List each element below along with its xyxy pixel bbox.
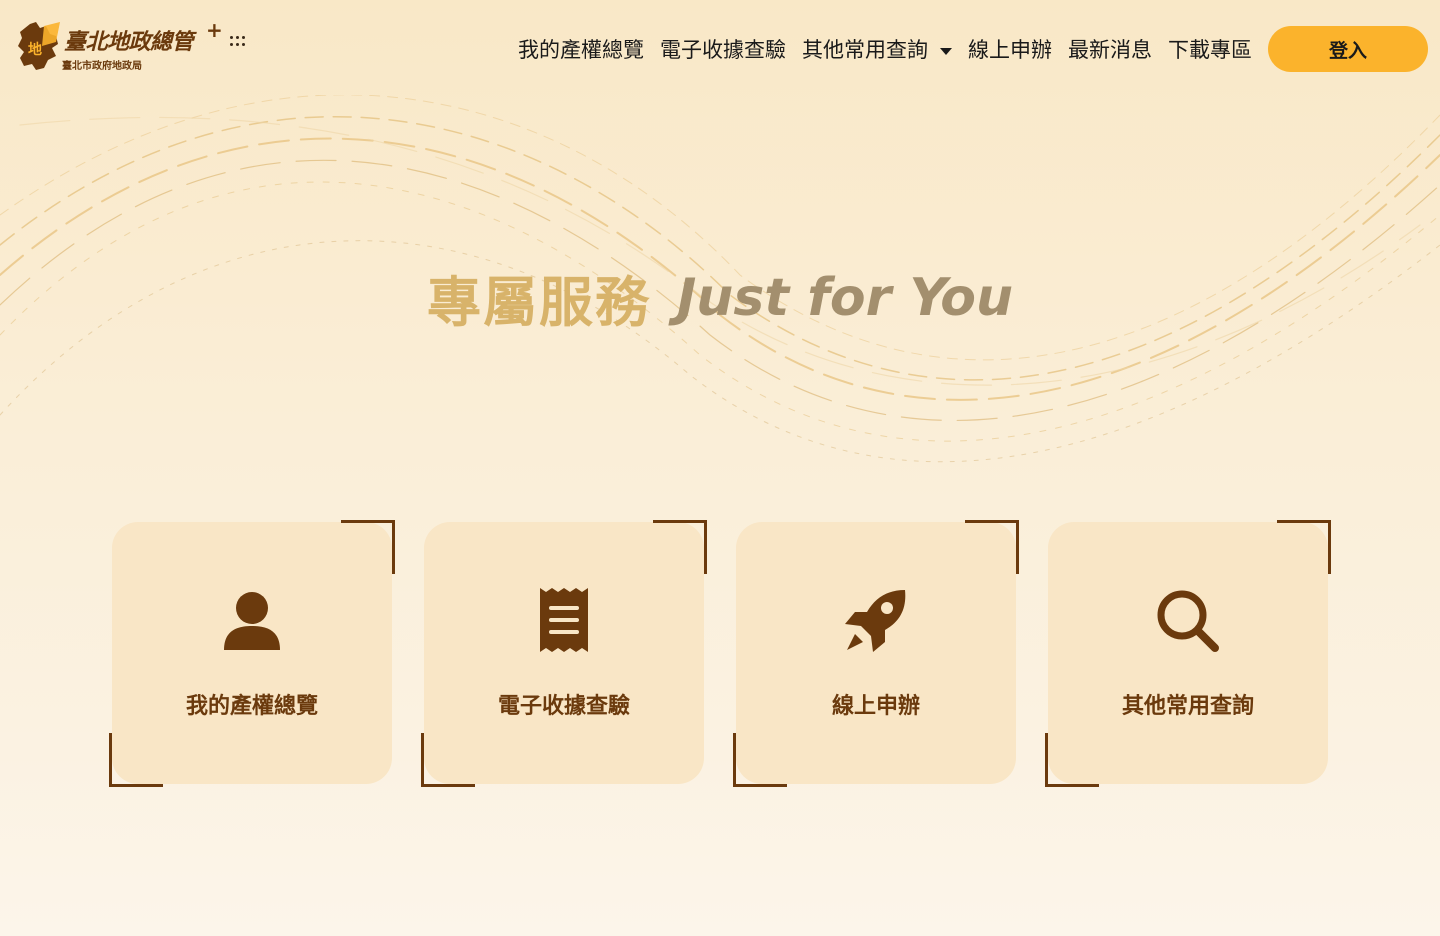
card-online-application[interactable]: 線上申辦 (733, 520, 1019, 787)
corner-decoration (421, 733, 475, 787)
logo-plus: + (206, 18, 223, 42)
nav-item-latest-news[interactable]: 最新消息 (1060, 30, 1160, 70)
site-header: 地 臺北地政總管 + 臺北市政府地政局 我的產權總覽 電子收據查驗 其他常用查詢… (0, 0, 1440, 100)
corner-decoration (1045, 733, 1099, 787)
card-receipt-verify[interactable]: 電子收據查驗 (421, 520, 707, 787)
logo-subtitle: 臺北市政府地政局 (62, 61, 142, 72)
card-label: 電子收據查驗 (497, 694, 630, 719)
hero-title-zh: 專屬服務 (426, 271, 651, 334)
card-common-queries[interactable]: 其他常用查詢 (1045, 520, 1331, 787)
nav-item-online-application[interactable]: 線上申辦 (960, 30, 1060, 70)
receipt-icon (540, 588, 588, 652)
hero-title: 專屬服務 Just for You (0, 258, 1440, 337)
corner-decoration (1277, 520, 1331, 574)
hero-title-en: Just for You (676, 267, 1014, 328)
corner-decoration (341, 520, 395, 574)
user-icon (224, 592, 280, 650)
rocket-icon (845, 590, 906, 652)
nav-item-downloads[interactable]: 下載專區 (1160, 30, 1260, 70)
corner-decoration (965, 520, 1019, 574)
search-icon (1157, 590, 1219, 652)
card-label: 我的產權總覽 (185, 694, 318, 719)
main-nav: 我的產權總覽 電子收據查驗 其他常用查詢 線上申辦 最新消息 下載專區 (510, 30, 1260, 70)
card-label: 線上申辦 (831, 694, 920, 719)
card-property-overview[interactable]: 我的產權總覽 (109, 520, 395, 787)
chevron-down-icon (940, 47, 952, 55)
site-logo[interactable]: 地 臺北地政總管 + 臺北市政府地政局 (16, 18, 256, 76)
corner-decoration (653, 520, 707, 574)
nav-item-common-queries[interactable]: 其他常用查詢 (794, 30, 960, 70)
login-button[interactable]: 登入 (1268, 26, 1428, 72)
card-label: 其他常用查詢 (1121, 694, 1254, 719)
svg-text:地: 地 (28, 41, 42, 58)
corner-decoration (733, 733, 787, 787)
taipei-map-icon: 地 (18, 22, 60, 70)
nav-item-property-overview[interactable]: 我的產權總覽 (510, 30, 652, 70)
nav-item-receipt-verify[interactable]: 電子收據查驗 (652, 30, 794, 70)
corner-decoration (109, 733, 163, 787)
logo-title: 臺北地政總管 (64, 29, 194, 55)
dots-menu-icon[interactable] (230, 36, 250, 50)
